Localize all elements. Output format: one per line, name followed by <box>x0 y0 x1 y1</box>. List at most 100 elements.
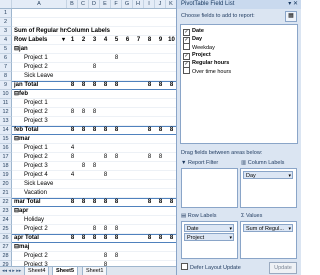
checkbox-icon[interactable] <box>183 43 190 50</box>
value-cell[interactable]: 8 <box>78 126 89 135</box>
column-header-i[interactable]: I <box>144 0 155 8</box>
row-label-cell[interactable]: Project 2 <box>12 108 67 117</box>
value-cell[interactable] <box>133 72 144 81</box>
value-cell[interactable]: 9 <box>155 36 166 45</box>
value-cell[interactable]: 8 <box>67 153 78 162</box>
value-cell[interactable] <box>100 18 111 27</box>
row-header[interactable]: 7 <box>0 63 12 72</box>
value-cell[interactable] <box>133 54 144 63</box>
value-cell[interactable] <box>144 90 155 99</box>
value-cell[interactable] <box>122 153 133 162</box>
value-cell[interactable] <box>133 252 144 261</box>
row-header[interactable]: 15 <box>0 135 12 144</box>
value-cell[interactable] <box>78 153 89 162</box>
row-header[interactable]: 2 <box>0 18 12 27</box>
report-filter-zone[interactable] <box>181 168 238 208</box>
value-cell[interactable] <box>155 9 166 18</box>
value-cell[interactable]: 1 <box>67 36 78 45</box>
value-cell[interactable] <box>67 243 78 252</box>
row-header[interactable]: 10 <box>0 90 12 99</box>
value-cell[interactable] <box>89 117 100 126</box>
value-cell[interactable] <box>144 180 155 189</box>
row-header[interactable]: 12 <box>0 108 12 117</box>
value-cell[interactable] <box>122 45 133 54</box>
value-cell[interactable]: 8 <box>155 198 166 207</box>
value-cell[interactable]: 8 <box>78 162 89 171</box>
value-cell[interactable]: 8 <box>67 198 78 207</box>
value-cell[interactable] <box>155 189 166 198</box>
row-header[interactable]: 20 <box>0 180 12 189</box>
value-cell[interactable] <box>155 207 166 216</box>
value-cell[interactable] <box>89 9 100 18</box>
value-cell[interactable] <box>100 63 111 72</box>
value-cell[interactable] <box>166 45 176 54</box>
value-cell[interactable] <box>155 171 166 180</box>
value-cell[interactable]: 4 <box>100 36 111 45</box>
value-cell[interactable] <box>122 189 133 198</box>
row-label-cell[interactable]: Project 3 <box>12 162 67 171</box>
value-cell[interactable] <box>122 9 133 18</box>
value-cell[interactable] <box>78 117 89 126</box>
value-cell[interactable] <box>144 243 155 252</box>
value-cell[interactable]: 8 <box>144 198 155 207</box>
row-label-cell[interactable]: Project 1 <box>12 144 67 153</box>
value-cell[interactable] <box>166 90 176 99</box>
value-cell[interactable] <box>155 180 166 189</box>
value-cell[interactable] <box>111 135 122 144</box>
value-cell[interactable] <box>100 180 111 189</box>
value-cell[interactable] <box>122 207 133 216</box>
value-cell[interactable] <box>166 144 176 153</box>
value-cell[interactable] <box>144 99 155 108</box>
value-cell[interactable] <box>155 144 166 153</box>
value-cell[interactable] <box>155 108 166 117</box>
defer-layout-checkbox[interactable]: Defer Layout Update <box>181 263 241 271</box>
value-cell[interactable] <box>89 27 100 36</box>
value-cell[interactable] <box>144 162 155 171</box>
value-cell[interactable] <box>89 99 100 108</box>
value-cell[interactable] <box>133 108 144 117</box>
value-cell[interactable] <box>144 54 155 63</box>
value-cell[interactable]: 8 <box>100 126 111 135</box>
value-cell[interactable] <box>133 18 144 27</box>
value-cell[interactable] <box>122 27 133 36</box>
value-cell[interactable]: 8 <box>144 234 155 243</box>
value-cell[interactable] <box>122 180 133 189</box>
value-cell[interactable] <box>67 54 78 63</box>
value-cell[interactable] <box>166 216 176 225</box>
column-labels-zone[interactable]: Day ▾ <box>240 168 297 208</box>
value-cell[interactable] <box>67 18 78 27</box>
value-cell[interactable]: 8 <box>67 81 78 90</box>
group-label[interactable]: ⊟mar <box>12 135 67 144</box>
row-header[interactable]: 22 <box>0 198 12 207</box>
value-cell[interactable] <box>166 108 176 117</box>
value-cell[interactable]: 8 <box>89 81 100 90</box>
value-cell[interactable] <box>78 18 89 27</box>
row-label-cell[interactable]: Sick Leave <box>12 72 67 81</box>
value-cell[interactable] <box>100 72 111 81</box>
value-cell[interactable] <box>67 90 78 99</box>
value-cell[interactable] <box>144 117 155 126</box>
value-cell[interactable]: 8 <box>100 225 111 234</box>
update-button[interactable]: Update <box>269 262 297 274</box>
value-cell[interactable]: 8 <box>100 234 111 243</box>
values-zone[interactable]: Sum of Regul... ▾ <box>240 221 297 259</box>
field-project[interactable]: ✓ Project <box>183 51 211 60</box>
value-cell[interactable] <box>144 171 155 180</box>
row-labels-zone[interactable]: Date ▾ Project ▾ <box>181 221 238 259</box>
value-cell[interactable] <box>78 144 89 153</box>
value-cell[interactable]: 7 <box>133 36 144 45</box>
value-cell[interactable] <box>67 99 78 108</box>
value-cell[interactable] <box>133 198 144 207</box>
row-chip-project[interactable]: Project ▾ <box>184 233 234 241</box>
value-cell[interactable] <box>89 171 100 180</box>
row-label-cell[interactable]: Project 1 <box>12 54 67 63</box>
value-cell[interactable]: 8 <box>89 162 100 171</box>
value-cell[interactable] <box>166 117 176 126</box>
row-header[interactable]: 4 <box>0 36 12 45</box>
value-cell[interactable] <box>122 144 133 153</box>
value-cell[interactable] <box>144 27 155 36</box>
row-header[interactable]: 18 <box>0 162 12 171</box>
row-header[interactable]: 26 <box>0 234 12 243</box>
value-cell[interactable]: 8 <box>155 81 166 90</box>
value-cell[interactable]: 8 <box>155 153 166 162</box>
